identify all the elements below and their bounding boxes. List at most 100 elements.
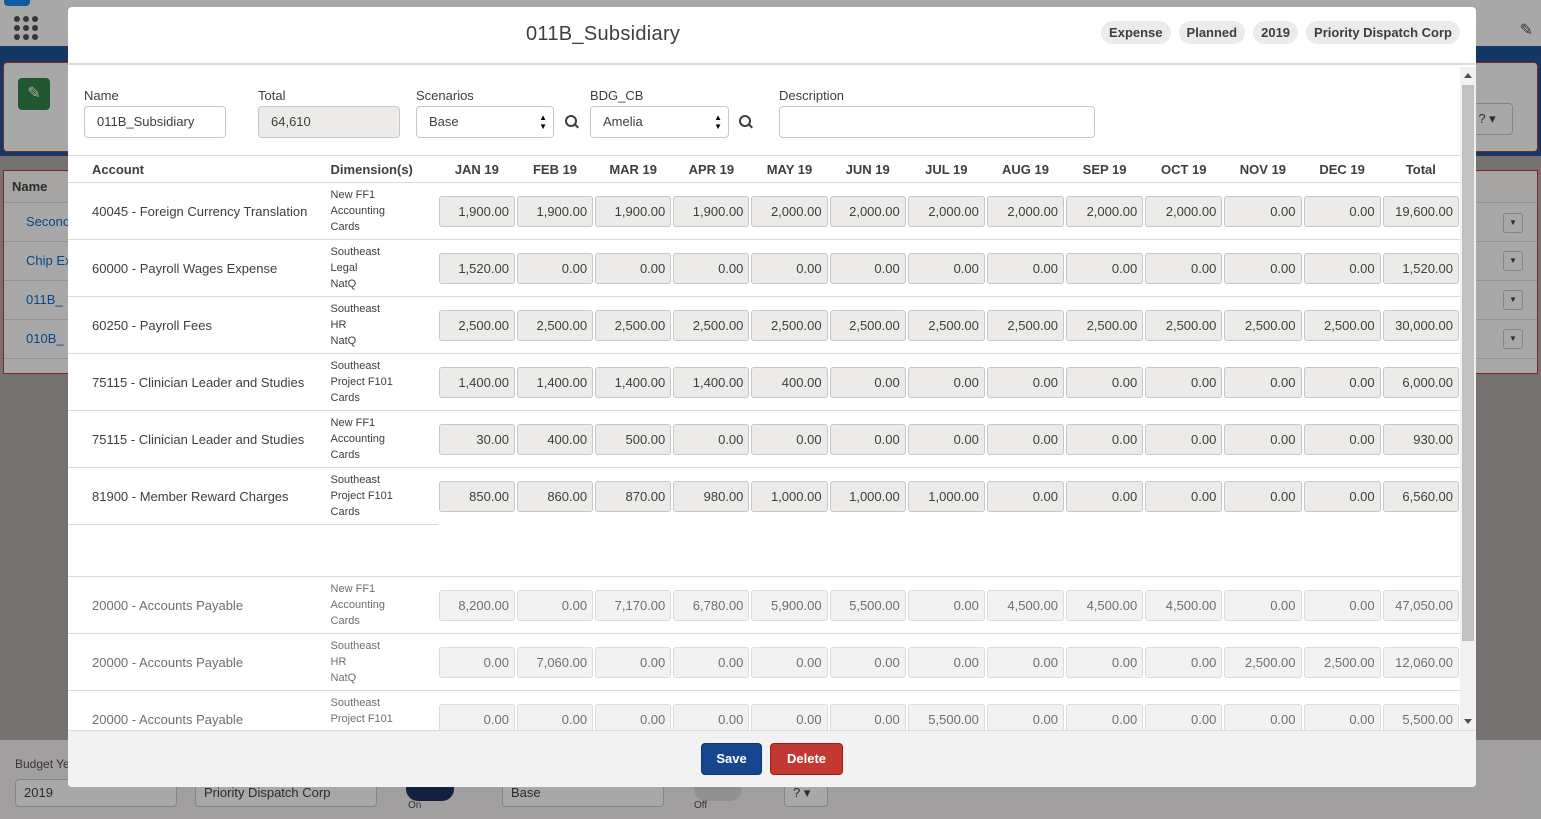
month-amount-input[interactable]: 2,500.00 [516,309,594,341]
month-amount-input[interactable]: 1,000.00 [829,480,906,512]
month-amount-input[interactable]: 0.00 [1145,480,1223,512]
month-amount-input[interactable]: 2,500.00 [1066,309,1144,341]
delete-button[interactable]: Delete [770,743,843,775]
month-amount-input[interactable]: 2,500.00 [438,309,515,341]
month-amount-input[interactable]: 850.00 [438,480,515,512]
table-row: 75115 - Clinician Leader and Studies New … [68,410,1460,468]
month-amount-input[interactable]: 0.00 [1145,366,1223,398]
month-amount-input[interactable]: 0.00 [1224,480,1302,512]
month-amount-input[interactable]: 0.00 [1303,423,1381,455]
description-input[interactable] [779,106,1095,138]
month-amount-input[interactable]: 0.00 [1303,366,1381,398]
month-amount-input[interactable]: 1,900.00 [516,195,594,227]
modal-body[interactable]: Name 011B_Subsidiary Total 64,610 Scenar… [68,67,1460,730]
month-amount-input[interactable]: 2,500.00 [1224,309,1302,341]
month-amount-input[interactable]: 0.00 [1303,195,1381,227]
month-amount-input[interactable]: 0.00 [986,480,1065,512]
section-separator [68,524,1460,577]
amount-cell: 2,500.00 [750,296,829,354]
amount-cell: 1,900.00 [437,182,516,240]
month-amount-input[interactable]: 400.00 [516,423,594,455]
month-amount-input[interactable]: 0.00 [1303,252,1381,284]
month-amount-input[interactable]: 0.00 [673,252,750,284]
month-amount-input[interactable]: 2,000.00 [986,195,1065,227]
month-amount-input[interactable]: 2,500.00 [829,309,906,341]
month-amount-input[interactable]: 0.00 [907,366,985,398]
month-amount-input[interactable]: 0.00 [907,252,985,284]
month-amount-input[interactable]: 2,500.00 [986,309,1065,341]
month-amount-input[interactable]: 0.00 [1224,195,1302,227]
month-amount-input[interactable]: 0.00 [1303,480,1381,512]
month-amount-input[interactable]: 0.00 [1145,252,1223,284]
month-amount-input[interactable]: 1,520.00 [438,252,515,284]
scrollbar-thumb[interactable] [1462,85,1474,641]
month-amount-input[interactable]: 1,900.00 [595,195,672,227]
month-amount-input[interactable]: 1,900.00 [438,195,515,227]
amount-cell: 0.00 [437,690,516,730]
month-amount-input[interactable]: 0.00 [829,366,906,398]
amount-cell: 0.00 [1065,353,1145,411]
month-amount-input[interactable]: 2,000.00 [1145,195,1223,227]
month-amount-input[interactable]: 0.00 [1224,366,1302,398]
month-amount-input[interactable]: 0.00 [751,423,828,455]
amount-cell: 5,500.00 [1381,690,1460,730]
amount-cell: 5,900.00 [750,576,829,634]
account-name: 75115 - Clinician Leader and Studies [68,353,323,411]
month-amount-input[interactable]: 0.00 [1224,423,1302,455]
month-amount-input[interactable]: 30.00 [438,423,515,455]
amount-cell: 0.00 [1065,410,1145,468]
month-amount-input[interactable]: 2,500.00 [1145,309,1223,341]
month-amount-input[interactable]: 1,400.00 [516,366,594,398]
month-amount-input[interactable]: 400.00 [751,366,828,398]
dimension-value: New FF1 [330,189,376,201]
month-amount-input[interactable]: 1,400.00 [438,366,515,398]
month-amount-input[interactable]: 2,500.00 [1303,309,1381,341]
month-amount-input[interactable]: 2,000.00 [751,195,828,227]
month-amount-input[interactable]: 870.00 [595,480,672,512]
month-amount-input[interactable]: 0.00 [1145,423,1223,455]
month-amount-input[interactable]: 0.00 [829,252,906,284]
month-amount-input[interactable]: 0.00 [986,423,1065,455]
month-amount-input[interactable]: 0.00 [907,423,985,455]
month-amount-input[interactable]: 0.00 [673,423,750,455]
save-button[interactable]: Save [701,743,762,775]
month-amount-input[interactable]: 2,500.00 [595,309,672,341]
month-amount-input[interactable]: 0.00 [751,252,828,284]
month-amount-input[interactable]: 2,000.00 [907,195,985,227]
name-input[interactable]: 011B_Subsidiary [84,106,226,138]
month-amount-input[interactable]: 0.00 [829,423,906,455]
month-amount-input[interactable]: 0.00 [986,252,1065,284]
modal-scrollbar[interactable] [1460,67,1476,730]
scroll-down-icon[interactable] [1464,719,1472,724]
month-amount-input[interactable]: 2,500.00 [751,309,828,341]
month-amount-input[interactable]: 0.00 [1224,252,1302,284]
month-amount-input[interactable]: 1,900.00 [673,195,750,227]
scenarios-select[interactable]: Base ▲ ▼ [416,106,554,138]
month-amount-input[interactable]: 860.00 [516,480,594,512]
month-amount-input[interactable]: 0.00 [1066,480,1144,512]
month-amount-input[interactable]: 0.00 [1066,423,1144,455]
scroll-up-icon[interactable] [1464,73,1472,78]
bdg-select[interactable]: Amelia ▲ ▼ [590,106,729,138]
month-amount-input[interactable]: 0.00 [595,252,672,284]
month-amount-input[interactable]: 980.00 [673,480,750,512]
month-amount-input[interactable]: 500.00 [595,423,672,455]
month-amount-input[interactable]: 1,400.00 [595,366,672,398]
month-amount-input[interactable]: 2,000.00 [1066,195,1144,227]
month-amount-input[interactable]: 0.00 [986,366,1065,398]
month-amount-input[interactable]: 1,000.00 [751,480,828,512]
month-amount-input[interactable]: 2,000.00 [829,195,906,227]
month-amount-input[interactable]: 2,500.00 [907,309,985,341]
month-amount-input[interactable]: 0.00 [1066,366,1144,398]
amount-cell: 0.00 [1144,633,1224,691]
month-amount-input: 0.00 [595,646,672,678]
month-amount-input[interactable]: 0.00 [516,252,594,284]
month-amount-input[interactable]: 0.00 [1066,252,1144,284]
amount-cell: 0.00 [1223,182,1303,240]
month-amount-input[interactable]: 1,000.00 [907,480,985,512]
dimension-value: Accounting [330,433,385,445]
month-amount-input[interactable]: 1,400.00 [673,366,750,398]
search-icon[interactable] [739,115,753,129]
month-amount-input[interactable]: 2,500.00 [673,309,750,341]
search-icon[interactable] [565,115,579,129]
